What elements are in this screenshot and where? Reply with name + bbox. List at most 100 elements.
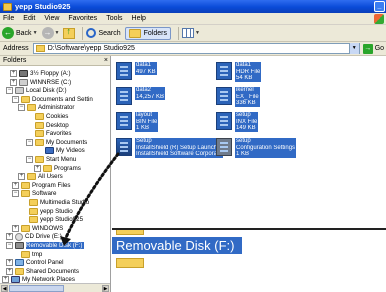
file-item[interactable]: data2 14,257 KB: [116, 87, 166, 105]
collapse-icon[interactable]: −: [6, 87, 13, 95]
removable-disk-icon: [15, 242, 24, 249]
expand-icon[interactable]: +: [12, 181, 19, 189]
file-item[interactable]: setup INX File 149 KB: [216, 112, 259, 132]
drive-icon: [19, 78, 28, 86]
inx-file-icon: [216, 112, 232, 130]
folders-label: Folders: [143, 29, 167, 37]
up-button[interactable]: [63, 26, 76, 39]
folder-icon: [43, 164, 52, 172]
collapse-icon[interactable]: −: [12, 95, 19, 103]
file-item[interactable]: Setup InstallShield (R) Setup Launcher Ins…: [116, 138, 223, 158]
search-button[interactable]: Search: [86, 28, 121, 38]
address-dropdown-button[interactable]: ▼: [348, 43, 359, 54]
file-item[interactable]: data1 HDR File 54 KB: [216, 62, 262, 82]
folders-button[interactable]: Folders: [124, 26, 171, 40]
folder-icon: [35, 130, 44, 138]
folder-icon: [21, 250, 30, 258]
minimize-button[interactable]: _: [374, 1, 385, 12]
tree-item-label: Software: [32, 190, 57, 198]
address-bar: Address D:\Software\yepp Studio925 ▼ → G…: [0, 42, 386, 56]
title-bar[interactable]: yepp Studio925 _: [0, 0, 386, 13]
tree-item-label: Documents and Settin: [32, 95, 93, 103]
expand-icon[interactable]: +: [6, 267, 13, 275]
window-controls: _: [374, 1, 385, 12]
window-title: yepp Studio925: [15, 2, 71, 11]
expand-icon[interactable]: +: [6, 233, 13, 241]
forward-button[interactable]: → ▼: [41, 27, 59, 39]
control-panel-icon: [15, 259, 24, 267]
file-detail-line: InstallShield Software Corpora...: [136, 151, 222, 157]
horizontal-scrollbar[interactable]: ◀ ▶: [0, 283, 110, 292]
go-button[interactable]: → Go: [362, 43, 384, 54]
folder-icon: [3, 2, 12, 11]
collapse-icon[interactable]: −: [18, 104, 25, 112]
file-details: ikernel EX_ File 336 KB: [235, 87, 260, 107]
address-input[interactable]: D:\Software\yepp Studio925 ▼: [32, 43, 360, 54]
file-item[interactable]: setup Configuration Settings 1 KB: [216, 138, 297, 158]
scroll-left-icon[interactable]: ◀: [1, 285, 8, 292]
menu-tools[interactable]: Tools: [106, 15, 122, 22]
tree-item-label: WINNRSE (C:): [30, 78, 72, 86]
go-arrow-icon: →: [362, 43, 373, 54]
expand-icon[interactable]: +: [10, 70, 17, 77]
close-icon[interactable]: ×: [104, 56, 108, 66]
tree-item-label: 3½ Floppy (A:): [30, 70, 71, 77]
ex-file-icon: [216, 87, 232, 105]
zoom-callout: Removable Disk (F:): [112, 228, 386, 292]
file-item[interactable]: layout BIN File 1 KB: [116, 112, 159, 132]
windows-logo-icon: [374, 14, 384, 24]
folder-icon: [21, 190, 30, 198]
chevron-down-icon: ▼: [32, 30, 38, 36]
toolbar-separator: [82, 26, 84, 40]
collapse-icon[interactable]: −: [26, 156, 33, 163]
folder-icon: [35, 138, 44, 146]
expand-icon[interactable]: +: [12, 224, 19, 232]
tree-item-label: Favorites: [46, 130, 72, 138]
back-arrow-icon: ←: [2, 27, 14, 39]
file-details: data2 14,257 KB: [135, 87, 166, 100]
scrollbar-thumb[interactable]: [9, 285, 64, 292]
views-button[interactable]: ▼: [182, 28, 200, 38]
menu-edit[interactable]: Edit: [23, 15, 35, 22]
expand-icon[interactable]: +: [10, 78, 17, 86]
cab-file-icon: [116, 62, 132, 80]
file-details: data1 HDR File 54 KB: [235, 62, 262, 82]
file-details: layout BIN File 1 KB: [135, 112, 159, 132]
scroll-right-icon[interactable]: ▶: [102, 285, 109, 292]
collapse-icon[interactable]: −: [26, 138, 33, 146]
file-detail-line: 149 KB: [236, 125, 256, 131]
menu-help[interactable]: Help: [132, 15, 146, 22]
folder-icon: [21, 95, 30, 103]
cab-file-icon: [116, 87, 132, 105]
expand-icon[interactable]: +: [18, 173, 25, 181]
menu-file[interactable]: File: [3, 15, 14, 22]
drive-icon: [15, 87, 24, 95]
tree-item-label: Local Disk (D:): [26, 87, 67, 95]
collapse-icon[interactable]: −: [6, 242, 13, 249]
file-details: setup Configuration Settings 1 KB: [235, 138, 297, 158]
expand-icon[interactable]: +: [34, 164, 41, 172]
menu-bar: File Edit View Favorites Tools Help: [0, 13, 386, 25]
file-detail-line: 54 KB: [236, 75, 253, 81]
menu-favorites[interactable]: Favorites: [68, 15, 97, 22]
chevron-down-icon: ▼: [195, 30, 200, 36]
back-button[interactable]: ← Back ▼: [2, 27, 38, 39]
folder-up-icon: [63, 26, 76, 39]
folder-icon: [27, 173, 36, 181]
collapse-icon[interactable]: −: [12, 190, 19, 198]
expand-icon[interactable]: +: [6, 259, 13, 267]
file-item[interactable]: data1 497 KB: [116, 62, 157, 80]
file-details: data1 497 KB: [135, 62, 157, 75]
file-item[interactable]: ikernel EX_ File 336 KB: [216, 87, 260, 107]
file-detail-line: 14,257 KB: [136, 93, 165, 100]
folder-icon: [27, 104, 36, 112]
file-details: setup INX File 149 KB: [235, 112, 259, 132]
bin-file-icon: [116, 112, 132, 130]
file-detail-line: 1 KB: [136, 125, 150, 131]
folder-icon: [35, 45, 45, 52]
config-settings-icon: [216, 138, 232, 156]
folder-icon: [21, 181, 30, 189]
tree-item-label: CD Drive (E:): [25, 233, 62, 241]
menu-view[interactable]: View: [44, 15, 59, 22]
folder-icon: [116, 258, 144, 268]
